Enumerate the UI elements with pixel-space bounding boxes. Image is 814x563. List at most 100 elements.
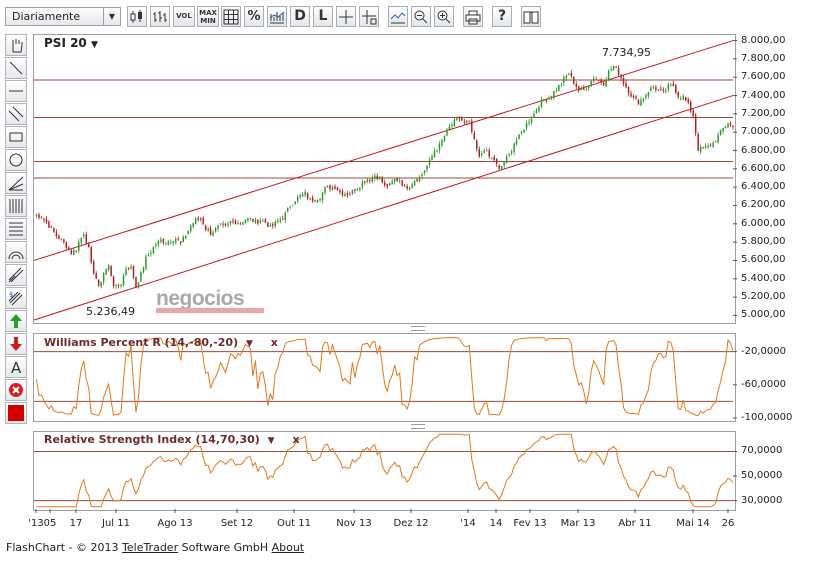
volume-button[interactable]: VOL [173, 6, 195, 27]
zoom-in-button[interactable] [434, 6, 454, 27]
x-tick-label: 14 [489, 518, 503, 529]
print-button[interactable] [463, 6, 483, 27]
rsi-dropdown-icon[interactable]: ▼ [268, 436, 275, 446]
x-tick-label: Mai 14 [676, 518, 710, 529]
symbol-dropdown-icon[interactable]: ▼ [91, 40, 98, 50]
x-tick-label: Nov 13 [336, 518, 372, 529]
green-arrow-up-icon [10, 314, 22, 328]
crosshair-button[interactable] [336, 6, 356, 27]
regression-tool[interactable]: $ [5, 287, 27, 309]
ohlc-type-button[interactable] [150, 6, 170, 27]
fibonacci-levels-icon [9, 222, 23, 236]
rsi-close-icon[interactable]: x [292, 433, 299, 446]
fibonacci-levels-tool[interactable] [5, 218, 27, 240]
ohlc-bars-icon [153, 11, 167, 22]
williams-title-label: Williams Percent R (14,-80,-20) [44, 336, 239, 349]
y-tick-label: 6.800,00 [741, 144, 786, 156]
print-icon [465, 10, 481, 25]
y-tick-label: 7.200,00 [741, 107, 786, 119]
arc-tool[interactable] [5, 241, 27, 263]
hand-icon [12, 39, 23, 53]
text-tool[interactable]: A [5, 356, 27, 378]
period-select[interactable]: Diariamente ▼ [5, 7, 121, 26]
x-tick-label: Out 11 [276, 518, 312, 529]
manual-button[interactable] [521, 6, 541, 27]
footer-company-link[interactable]: TeleTrader [122, 541, 178, 554]
grid-button[interactable] [221, 6, 241, 27]
price-panel[interactable] [33, 34, 736, 324]
toolbar: Diariamente ▼ VOL MAX MIN % D L ? [0, 0, 814, 33]
book-icon [523, 11, 539, 24]
linear-label: L [318, 8, 328, 24]
sell-signal-tool[interactable] [5, 333, 27, 355]
y-tick-label: 7.000,00 [741, 126, 786, 138]
candlestick-type-button[interactable] [127, 6, 147, 27]
y-tick-label: 5.200,00 [741, 291, 786, 303]
x-tick-label: 17 [69, 518, 83, 529]
help-button[interactable]: ? [492, 6, 512, 27]
linear-scale-button[interactable]: L [313, 6, 333, 27]
horizontal-line-tool[interactable] [5, 80, 27, 102]
y-tick-label: 6.200,00 [741, 199, 786, 211]
x-tick-label: '14 [460, 518, 476, 529]
max-min-button[interactable]: MAX MIN [197, 6, 219, 27]
rectangle-tool[interactable] [5, 126, 27, 148]
percent-button[interactable]: % [244, 6, 264, 27]
volume-label: VOL [176, 12, 192, 20]
rsi-title[interactable]: Relative Strength Index (14,70,30) ▼ x [44, 433, 300, 446]
williams-dropdown-icon[interactable]: ▼ [246, 339, 253, 349]
logo-bar [156, 308, 264, 313]
parallel-lines-tool[interactable] [5, 103, 27, 125]
y-tick-label: 7.600,00 [741, 71, 786, 83]
red-arrow-down-icon [10, 337, 22, 351]
fan-tool[interactable] [5, 172, 27, 194]
footer-about-link[interactable]: About [272, 541, 305, 554]
williams-title[interactable]: Williams Percent R (14,-80,-20) ▼ x [44, 336, 278, 349]
low-annotation: 5.236,49 [86, 305, 135, 318]
daily-button[interactable]: D [290, 6, 310, 27]
color-picker-tool[interactable] [5, 402, 27, 424]
fibonacci-retracement-tool[interactable] [5, 195, 27, 217]
x-tick-label: Mar 13 [560, 518, 596, 529]
negocios-logo: negocios [156, 288, 264, 314]
horizontal-line-icon [9, 90, 23, 92]
buy-signal-tool[interactable] [5, 310, 27, 332]
symbol-title[interactable]: PSI 20 ▼ [44, 36, 98, 50]
panel-resize-handle-2[interactable] [411, 424, 425, 429]
period-select-label: Diariamente [12, 10, 81, 23]
footer-copyright: FlashChart - © 2013 [6, 541, 119, 554]
color-swatch-icon [8, 405, 24, 421]
fibonacci-icon [9, 199, 23, 213]
crosshair-value-button[interactable] [359, 6, 379, 27]
y-tick-label: 8.000,00 [741, 34, 786, 46]
hand-tool[interactable] [5, 34, 27, 56]
y-tick-label: 5.000,00 [741, 309, 786, 321]
channel-icon [8, 267, 24, 283]
y-tick-label: 5.800,00 [741, 236, 786, 248]
chevron-down-icon[interactable]: ▼ [103, 8, 120, 25]
williams-y-tick-label: -20,0000 [741, 345, 786, 357]
delete-drawings-tool[interactable] [5, 379, 27, 401]
pan-chart-button[interactable] [388, 6, 408, 27]
x-tick-label: Dez 12 [393, 518, 429, 529]
williams-close-icon[interactable]: x [271, 336, 278, 349]
line-tool[interactable] [5, 57, 27, 79]
footer-suffix: Software GmbH [181, 541, 269, 554]
x-tick-label: '13 [28, 518, 44, 529]
symbol-label: PSI 20 [44, 36, 87, 50]
x-tick-label: Fev 13 [513, 518, 547, 529]
crosshair-value-icon [362, 10, 377, 25]
x-tick-label: 26 [721, 518, 735, 529]
min-label: MIN [200, 17, 216, 25]
rsi-y-tick-label: 70,0000 [741, 445, 783, 457]
svg-text:A: A [11, 359, 22, 375]
channel-tool[interactable] [5, 264, 27, 286]
compare-button[interactable] [267, 6, 287, 27]
ellipse-tool[interactable] [5, 149, 27, 171]
high-annotation: 7.734,95 [602, 46, 651, 59]
panel-resize-handle[interactable] [411, 326, 425, 331]
rsi-y-tick-label: 50,0000 [741, 470, 783, 482]
zoom-out-button[interactable] [411, 6, 431, 27]
help-label: ? [497, 8, 507, 24]
y-tick-label: 5.600,00 [741, 254, 786, 266]
